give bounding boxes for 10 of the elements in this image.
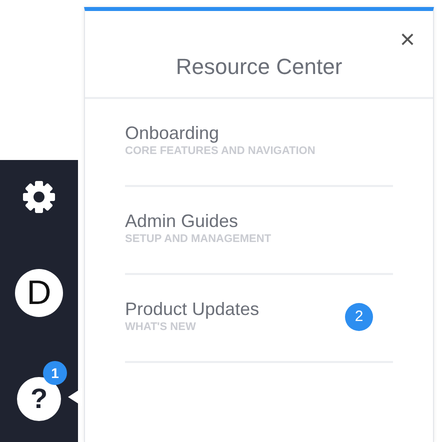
- avatar[interactable]: D: [15, 269, 63, 317]
- close-button[interactable]: ×: [396, 29, 419, 49]
- item-title: Product Updates: [125, 299, 260, 319]
- help-button[interactable]: ?: [17, 377, 61, 421]
- settings-icon[interactable]: [22, 180, 56, 214]
- item-title: Admin Guides: [125, 211, 238, 231]
- notification-badge: 1: [43, 361, 67, 385]
- count-badge: 2: [345, 302, 373, 330]
- panel-title: Resource Center: [176, 54, 342, 80]
- item-title: Onboarding: [125, 123, 220, 143]
